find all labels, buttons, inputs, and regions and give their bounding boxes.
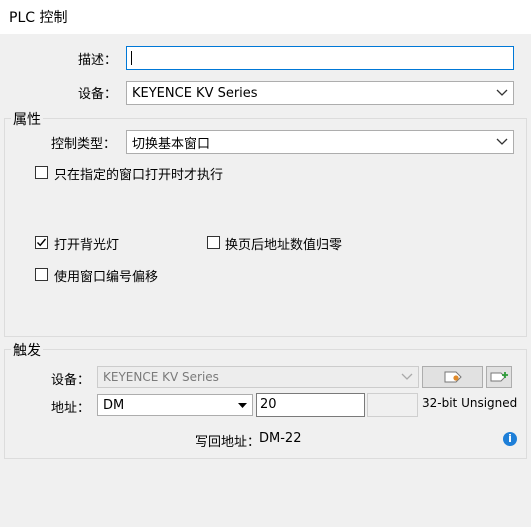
chevron-down-icon (496, 89, 508, 96)
text-caret (131, 51, 132, 65)
only-specified-window-label: 只在指定的窗口打开时才执行 (54, 168, 224, 183)
turn-on-backlight-label: 打开背光灯 (54, 238, 120, 253)
add-tag-icon (490, 372, 508, 382)
address-label: 地址： (51, 401, 91, 416)
address-type-select[interactable]: DM (97, 394, 253, 416)
description-input[interactable] (126, 46, 514, 70)
trigger-device-label: 设备： (51, 373, 91, 388)
writeback-label: 写回地址： (195, 435, 261, 450)
reset-address-label: 换页后地址数值归零 (225, 238, 343, 253)
tag-settings-button[interactable] (422, 366, 483, 388)
trigger-legend: 触发 (11, 340, 43, 360)
info-icon[interactable]: i (503, 432, 517, 446)
title-bar (0, 0, 531, 34)
device-select[interactable]: KEYENCE KV Series (126, 81, 514, 105)
turn-on-backlight-checkbox[interactable] (35, 236, 48, 249)
use-window-offset-checkbox[interactable] (35, 268, 48, 281)
data-format-label: 32-bit Unsigned (422, 396, 518, 410)
check-mark-icon (36, 238, 47, 247)
address-type-value: DM (103, 397, 125, 413)
trigger-device-value: KEYENCE KV Series (103, 370, 219, 384)
control-type-label: 控制类型： (51, 137, 117, 152)
reset-address-checkbox[interactable] (207, 236, 220, 249)
dropdown-arrow-icon (238, 403, 247, 408)
chevron-down-icon (401, 373, 413, 380)
chevron-down-icon (496, 138, 508, 145)
trigger-device-select[interactable]: KEYENCE KV Series (97, 366, 419, 388)
tag-settings-icon (444, 371, 462, 383)
only-specified-window-checkbox[interactable] (35, 166, 48, 179)
window-title: PLC 控制 (9, 10, 68, 26)
control-type-select[interactable]: 切换基本窗口 (126, 130, 514, 154)
add-tag-button[interactable] (486, 366, 512, 388)
control-type-value: 切换基本窗口 (132, 136, 211, 152)
address-value-input[interactable]: 20 (256, 393, 365, 417)
address-extra-field (367, 393, 418, 417)
properties-legend: 属性 (11, 109, 43, 129)
writeback-value: DM-22 (259, 431, 302, 446)
use-window-offset-label: 使用窗口编号偏移 (54, 270, 159, 285)
device-select-value: KEYENCE KV Series (132, 85, 258, 101)
device-label: 设备： (78, 87, 118, 102)
description-label: 描述： (78, 53, 118, 68)
